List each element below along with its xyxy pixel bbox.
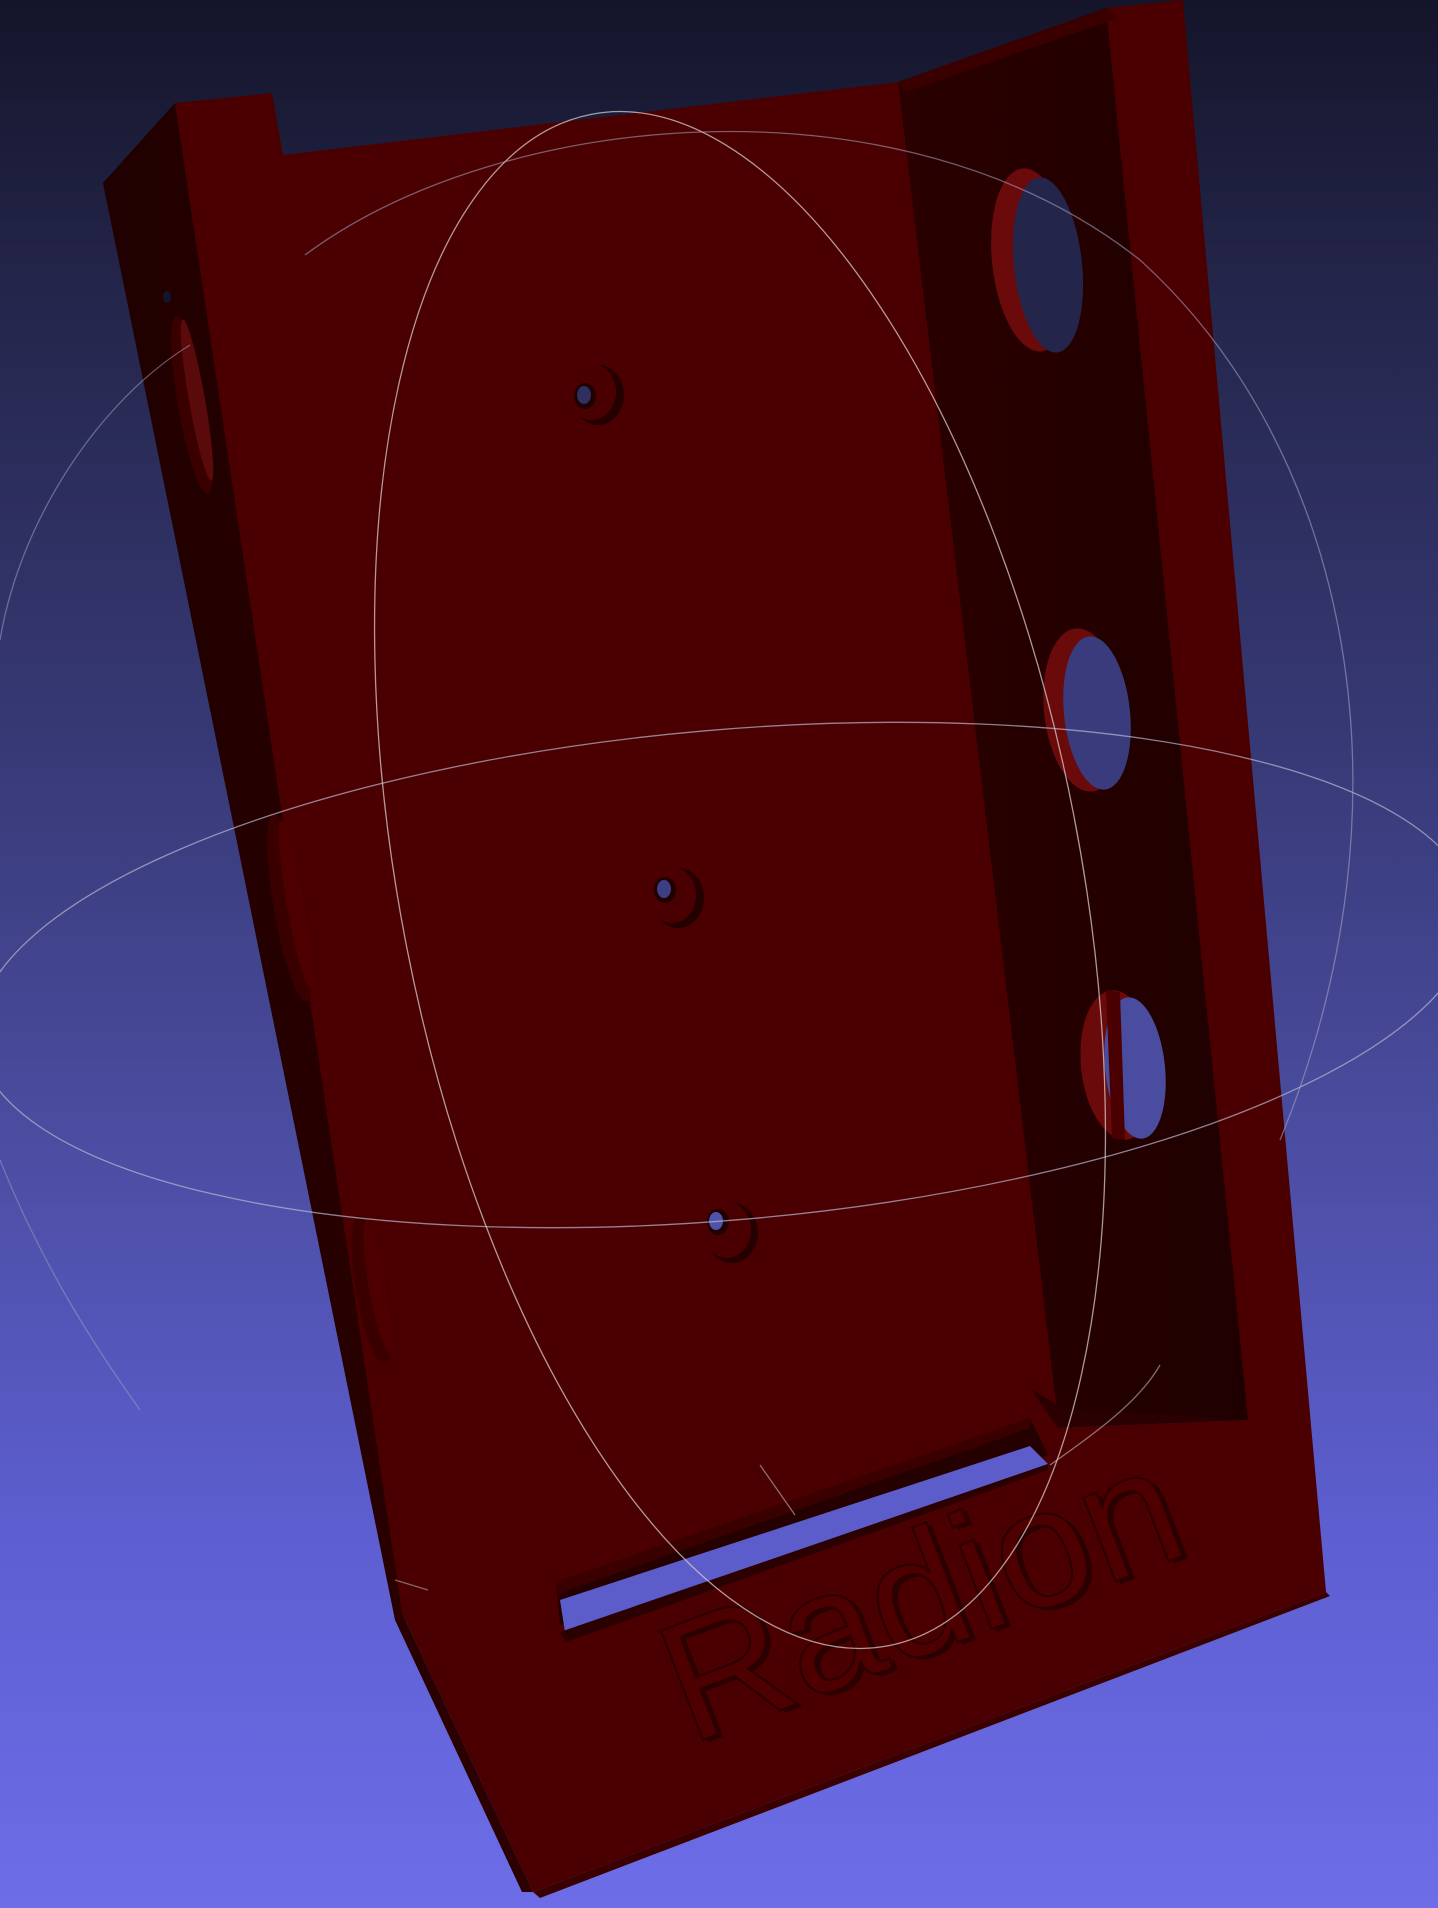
model-scene[interactable]: Radion Radion [0, 0, 1438, 1908]
3d-viewport[interactable]: Radion Radion [0, 0, 1438, 1908]
